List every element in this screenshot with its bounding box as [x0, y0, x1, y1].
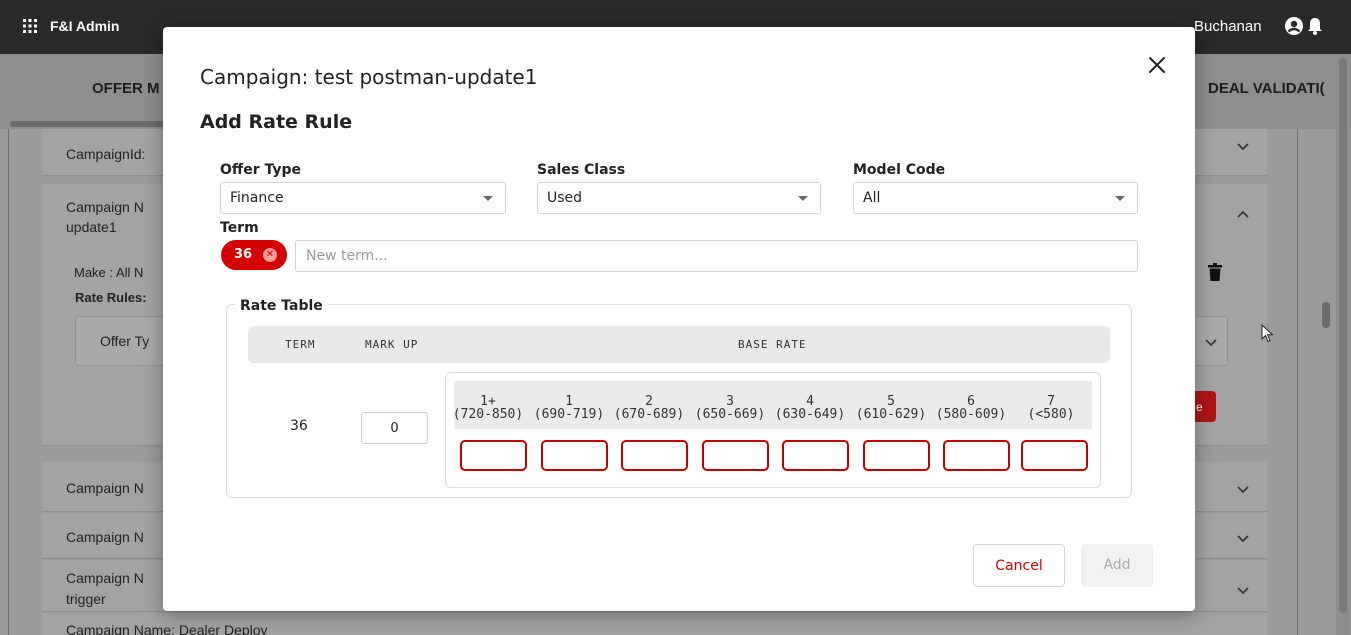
base-rate-input-tier-2[interactable] [621, 440, 688, 471]
rate-table-header: TERM MARK UP BASE RATE [248, 326, 1110, 363]
base-rate-input-tier-6[interactable] [943, 440, 1010, 471]
tier-label: 1 (690-719) [533, 394, 605, 422]
cancel-button[interactable]: Cancel [973, 544, 1065, 587]
campaign-card[interactable]: Campaign Name: Dealer Deploy [42, 613, 1267, 635]
base-rate-input-tier-1plus[interactable] [460, 440, 527, 471]
inner-scrollbar-thumb[interactable] [1322, 302, 1330, 328]
chevron-down-icon[interactable] [1237, 587, 1249, 595]
offer-type-value: Finance [230, 190, 284, 206]
campaign-name-label: Campaign Name: Dealer Deploy [66, 622, 268, 635]
mouse-cursor-icon [1261, 324, 1274, 343]
sales-class-select[interactable]: Used [537, 182, 821, 214]
header-base-rate: BASE RATE [738, 338, 807, 351]
chevron-up-icon[interactable] [1237, 210, 1249, 218]
campaign-name-label: Campaign N [66, 570, 144, 586]
bell-icon[interactable] [1306, 16, 1324, 36]
rate-rules-label: Rate Rules: [75, 290, 147, 305]
campaign-name-label: Campaign N [66, 480, 144, 496]
markup-input[interactable] [361, 412, 428, 444]
campaign-name-label: Campaign N [66, 529, 144, 545]
chip-remove-icon[interactable]: ✕ [263, 248, 277, 262]
nav-tab-offer-management[interactable]: OFFER M [92, 80, 160, 97]
base-rate-input-tier-1[interactable] [541, 440, 608, 471]
rate-table-legend: Rate Table [235, 298, 328, 314]
model-code-label: Model Code [853, 162, 946, 178]
nav-tab-deal-validation[interactable]: DEAL VALIDATI( [1208, 80, 1325, 97]
base-rate-input-tier-3[interactable] [702, 440, 769, 471]
dropdown-caret-icon [483, 196, 493, 201]
term-label: Term [220, 220, 259, 236]
campaign-id-label: CampaignId: [66, 146, 146, 162]
dropdown-caret-icon [798, 196, 808, 201]
chevron-down-icon[interactable] [1237, 535, 1249, 543]
make-label: Make : All N [74, 265, 144, 280]
header-term: TERM [285, 338, 316, 351]
save-button-peek[interactable]: e [1195, 391, 1216, 422]
header-markup: MARK UP [365, 338, 419, 351]
vertical-scrollbar-thumb[interactable] [1339, 58, 1347, 613]
offer-type-label: Offer Type [220, 162, 302, 178]
campaign-name-cont: trigger [66, 591, 106, 607]
model-code-value: All [863, 190, 881, 206]
app-brand: F&I Admin [50, 18, 120, 34]
chevron-down-icon[interactable] [1205, 339, 1217, 347]
offer-type-select[interactable]: Finance [220, 182, 506, 214]
term-chip: 36 ✕ [221, 240, 287, 270]
term-chip-label: 36 [234, 247, 253, 262]
dialog-subtitle: Add Rate Rule [200, 111, 353, 133]
tier-label: 2 (670-689) [613, 394, 685, 422]
tier-label: 7 (<580) [1027, 394, 1075, 422]
add-rate-rule-dialog: Campaign: test postman-update1 Add Rate … [163, 27, 1195, 611]
sales-class-value: Used [547, 190, 583, 206]
offer-type-label: Offer Ty [100, 333, 150, 349]
chevron-down-icon[interactable] [1237, 486, 1249, 494]
user-name[interactable]: Buchanan [1194, 18, 1262, 35]
new-term-input[interactable] [295, 240, 1138, 272]
horizontal-scrollbar[interactable] [10, 121, 170, 127]
chevron-down-icon[interactable] [1237, 143, 1249, 151]
account-circle-icon[interactable] [1284, 16, 1304, 36]
add-button[interactable]: Add [1081, 544, 1153, 587]
tier-label: 4 (630-649) [774, 394, 846, 422]
sales-class-label: Sales Class [537, 162, 626, 178]
dropdown-caret-icon [1115, 196, 1125, 201]
row-term-value: 36 [290, 418, 308, 434]
base-rate-input-tier-4[interactable] [782, 440, 849, 471]
base-rate-input-tier-5[interactable] [863, 440, 930, 471]
close-icon[interactable] [1147, 55, 1167, 75]
base-rate-input-tier-7[interactable] [1021, 440, 1088, 471]
dialog-title: Campaign: test postman-update1 [200, 65, 538, 89]
apps-grid-icon[interactable] [22, 18, 38, 34]
tier-label: 5 (610-629) [855, 394, 927, 422]
tier-label: 1+ (720-850) [452, 394, 524, 422]
campaign-name-cont: update1 [66, 219, 117, 235]
trash-icon[interactable] [1208, 263, 1222, 281]
tier-label: 6 (580-609) [935, 394, 1007, 422]
model-code-select[interactable]: All [853, 182, 1138, 214]
campaign-name-label: Campaign N [66, 199, 144, 215]
tier-label: 3 (650-669) [694, 394, 766, 422]
